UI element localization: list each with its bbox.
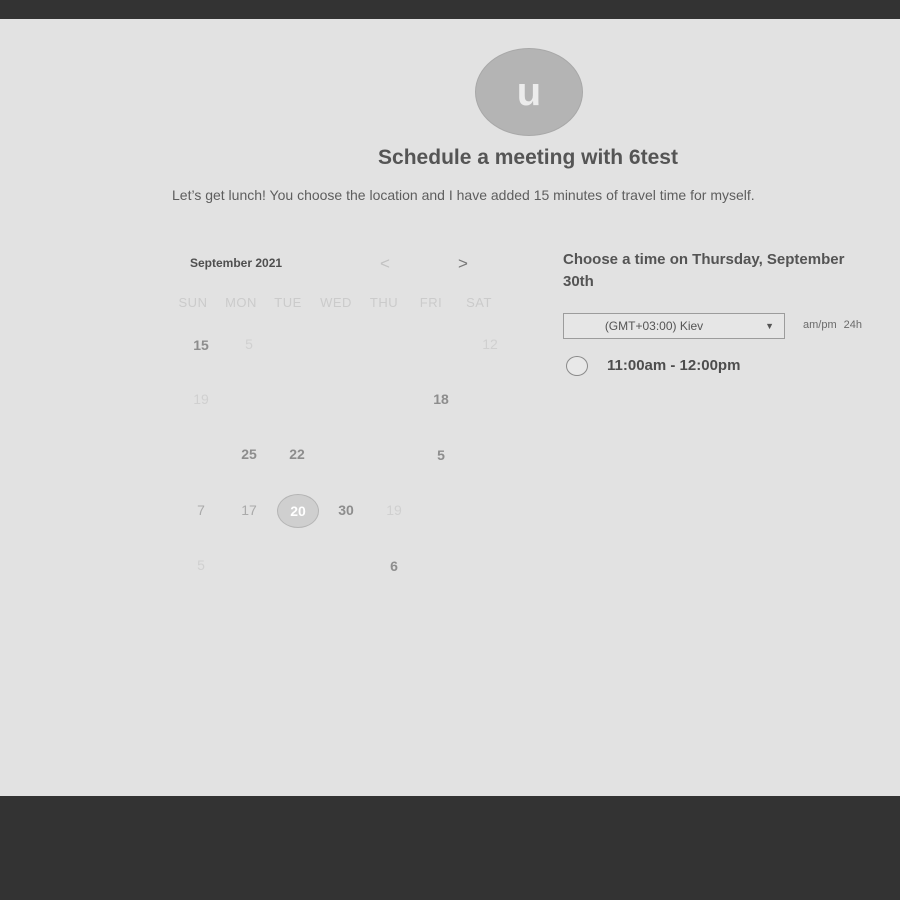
calendar-day <box>371 384 411 414</box>
time-slot-label: 11:00am - 12:00pm <box>607 357 741 374</box>
weekday-header: SAT <box>466 295 492 310</box>
calendar-day <box>229 384 269 414</box>
calendar-day <box>229 550 269 580</box>
calendar-day <box>419 329 459 359</box>
calendar-day[interactable]: 18 <box>421 384 461 414</box>
format-ampm-option[interactable]: am/pm <box>803 319 837 331</box>
caret-down-icon: ▼ <box>765 321 774 331</box>
weekday-header: MON <box>225 295 257 310</box>
calendar-day <box>276 550 316 580</box>
calendar-day <box>421 550 461 580</box>
calendar-day <box>324 384 364 414</box>
calendar-day <box>181 440 221 470</box>
time-slot[interactable]: 11:00am - 12:00pm <box>566 355 826 379</box>
meeting-description: Let’s get lunch! You choose the location… <box>172 187 755 203</box>
calendar-day: 12 <box>482 336 498 352</box>
calendar-day <box>470 550 510 580</box>
calendar-day: 19 <box>386 502 402 518</box>
calendar-day[interactable]: 5 <box>421 440 461 470</box>
chevron-left-icon[interactable]: < <box>380 254 390 274</box>
avatar: u <box>475 48 583 136</box>
calendar-day[interactable]: 30 <box>326 495 366 525</box>
calendar-day <box>470 440 510 470</box>
calendar-day <box>324 550 364 580</box>
radio-circle-icon[interactable] <box>566 356 588 376</box>
calendar-day <box>371 329 411 359</box>
page-title: Schedule a meeting with 6test <box>378 146 678 169</box>
month-label: September 2021 <box>190 256 283 270</box>
calendar-day[interactable]: 7 <box>181 495 221 525</box>
time-heading: Choose a time on Thursday, September 30t… <box>563 251 845 290</box>
calendar-day <box>324 440 364 470</box>
weekday-header: WED <box>320 295 352 310</box>
calendar-day: 5 <box>245 336 253 352</box>
weekday-header: THU <box>369 295 399 310</box>
timezone-value: (GMT+03:00) Kiev <box>604 319 704 333</box>
calendar-day[interactable]: 6 <box>374 551 414 581</box>
calendar-day[interactable]: 22 <box>277 439 317 469</box>
calendar-day <box>276 384 316 414</box>
calendar-day <box>421 495 461 525</box>
weekday-header: SUN <box>178 295 208 310</box>
weekday-header: TUE <box>274 295 302 310</box>
calendar-day[interactable]: 15 <box>181 330 221 360</box>
time-format-toggle: am/pm 24h <box>803 319 862 331</box>
calendar-day <box>324 329 364 359</box>
selected-day[interactable]: 20 <box>277 494 319 528</box>
timezone-select[interactable]: (GMT+03:00) Kiev ▼ <box>563 313 785 339</box>
calendar-day <box>470 495 510 525</box>
calendar-day <box>470 384 510 414</box>
calendar-day[interactable]: 25 <box>229 439 269 469</box>
avatar-letter: u <box>516 69 542 114</box>
scheduling-page: u Schedule a meeting with 6test Let’s ge… <box>0 19 900 796</box>
chevron-right-icon[interactable]: > <box>458 254 468 274</box>
calendar-day <box>371 440 411 470</box>
calendar-day: 5 <box>197 557 205 573</box>
weekday-header: FRI <box>419 295 443 310</box>
calendar-day[interactable]: 17 <box>229 495 269 525</box>
calendar-day <box>276 329 316 359</box>
selected-day-label: 20 <box>290 503 306 519</box>
calendar-day: 19 <box>193 391 209 407</box>
format-24h-option[interactable]: 24h <box>844 319 862 331</box>
